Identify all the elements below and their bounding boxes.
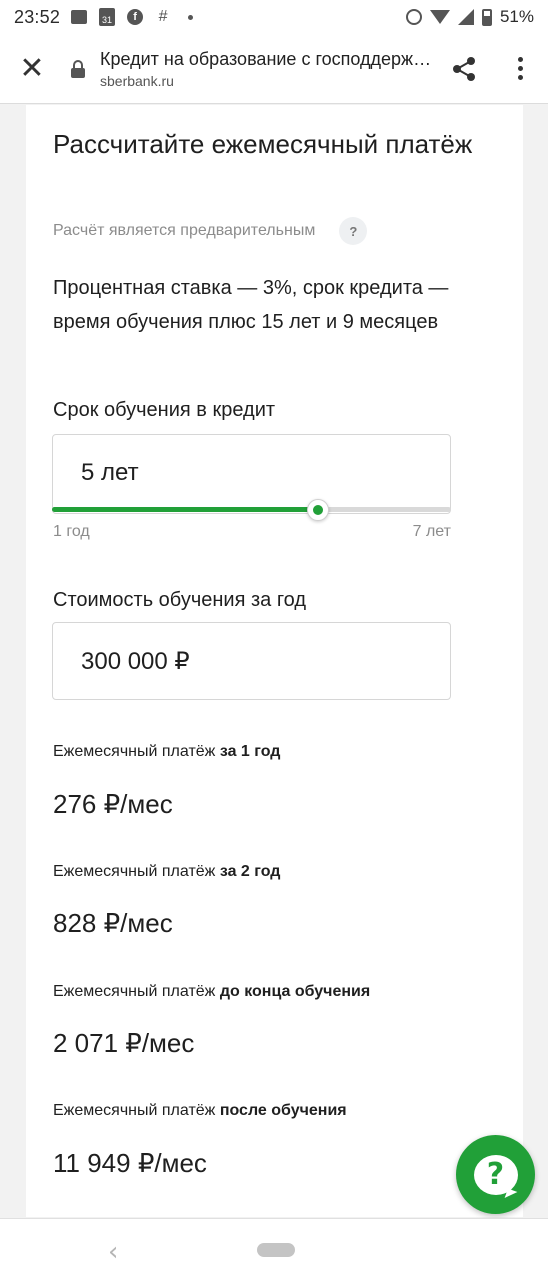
term-slider[interactable] — [52, 499, 451, 521]
page-url: sberbank.ru — [100, 72, 174, 89]
payment-value: 828 ₽/мес — [53, 908, 173, 938]
term-input[interactable]: 5 лет — [52, 434, 451, 514]
facebook-icon: f — [126, 8, 144, 26]
cost-input[interactable]: 300 000 ₽ — [52, 622, 451, 700]
status-right: 51% — [405, 7, 534, 27]
calculator-card: Рассчитайте ежемесячный платёж Расчёт яв… — [26, 105, 523, 1217]
payment-value: 2 071 ₽/мес — [53, 1028, 195, 1058]
wifi-icon — [429, 10, 450, 24]
status-bar: 23:52 31 f # 51% — [0, 0, 548, 34]
signal-icon — [457, 9, 474, 25]
help-icon[interactable]: ? — [339, 217, 368, 245]
system-nav-bar: ‹ — [0, 1218, 548, 1280]
payment-value: 276 ₽/мес — [53, 789, 173, 819]
battery-icon — [481, 8, 492, 26]
payment-label: Ежемесячный платёж после обучения — [53, 1102, 347, 1119]
payment-label: Ежемесячный платёж за 1 год — [53, 743, 281, 760]
status-left: 23:52 31 f # — [14, 6, 194, 28]
term-min-label: 1 год — [53, 523, 90, 540]
more-menu-icon[interactable] — [492, 34, 548, 104]
status-time: 23:52 — [14, 6, 61, 27]
lock-icon[interactable] — [64, 34, 92, 104]
battery-percent: 51% — [499, 7, 534, 26]
payment-label: Ежемесячный платёж за 2 год — [53, 863, 281, 880]
calculator-subtitle: Расчёт является предварительным — [53, 222, 316, 239]
alarm-icon — [405, 9, 422, 25]
share-icon[interactable] — [436, 34, 492, 104]
term-label: Срок обучения в кредит — [53, 399, 276, 421]
calculator-title: Рассчитайте ежемесячный платёж — [53, 129, 473, 159]
subtitle-row: Расчёт является предварительным ? — [53, 217, 368, 245]
cost-label: Стоимость обучения за год — [53, 589, 307, 611]
payment-value: 11 949 ₽/мес — [53, 1148, 207, 1178]
image-icon — [70, 8, 88, 26]
help-chat-button[interactable]: ? — [456, 1135, 535, 1214]
question-chat-icon: ? — [473, 1154, 518, 1195]
rate-description: Процентная ставка — 3%, срок кредита — в… — [53, 277, 449, 333]
cost-value: 300 000 ₽ — [81, 648, 190, 675]
term-max-label: 7 лет — [412, 523, 451, 540]
dot-icon — [188, 14, 194, 20]
slack-icon: # — [158, 8, 168, 25]
page-title: Кредит на образование с господдержкой — [100, 48, 436, 69]
browser-toolbar: ✕ Кредит на образование с господдержкой … — [0, 34, 548, 104]
page-title-area[interactable]: Кредит на образование с господдержкой sb… — [92, 49, 436, 89]
term-value: 5 лет — [81, 459, 139, 486]
term-slider-fill — [52, 507, 318, 512]
close-icon[interactable]: ✕ — [0, 34, 64, 104]
home-pill[interactable] — [257, 1243, 295, 1257]
calendar-icon: 31 — [98, 8, 116, 26]
term-slider-thumb[interactable] — [307, 499, 329, 521]
payment-label: Ежемесячный платёж до конца обучения — [53, 983, 371, 1000]
back-icon[interactable]: ‹ — [108, 1237, 118, 1267]
